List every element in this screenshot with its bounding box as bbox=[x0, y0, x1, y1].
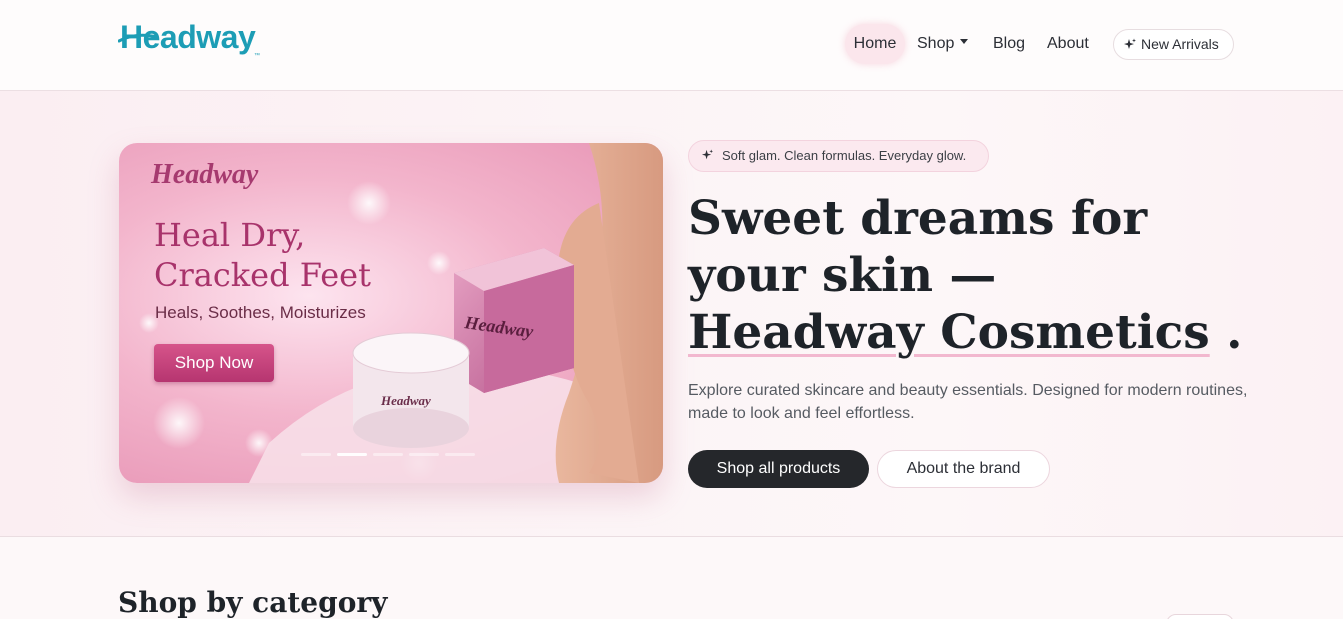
banner-subtitle: Heals, Soothes, Moisturizes bbox=[155, 303, 366, 322]
carousel-dot[interactable] bbox=[373, 453, 403, 456]
new-arrivals-label: New Arrivals bbox=[1141, 36, 1219, 52]
view-all-button[interactable] bbox=[1166, 614, 1234, 619]
new-arrivals-button[interactable]: New Arrivals bbox=[1113, 29, 1234, 60]
headline-post: . bbox=[1209, 305, 1243, 360]
chevron-down-icon bbox=[960, 39, 969, 45]
nav-blog[interactable]: Blog bbox=[985, 24, 1033, 64]
hero-headline: Sweet dreams for your skin — Headway Cos… bbox=[688, 190, 1248, 361]
nav-shop-label: Shop bbox=[917, 35, 955, 52]
carousel-indicators bbox=[301, 453, 481, 457]
carousel-dot[interactable] bbox=[445, 453, 475, 456]
tagline-badge: Soft glam. Clean formulas. Everyday glow… bbox=[688, 140, 989, 172]
svg-text:Headway: Headway bbox=[380, 393, 431, 408]
carousel-dot[interactable] bbox=[409, 453, 439, 456]
sparkle-icon bbox=[701, 149, 714, 160]
nav-about[interactable]: About bbox=[1039, 24, 1097, 64]
hero-banner-carousel[interactable]: Headway Headway Headway Heal Dry, Cracke… bbox=[119, 143, 663, 483]
headline-brand: Headway Cosmetics bbox=[688, 305, 1210, 360]
sparkle-icon bbox=[1124, 38, 1136, 49]
tagline-text: Soft glam. Clean formulas. Everyday glow… bbox=[722, 148, 967, 163]
section-title: Shop by category bbox=[118, 586, 388, 619]
headline-pre: Sweet dreams for your skin — bbox=[688, 191, 1148, 303]
shop-all-products-button[interactable]: Shop all products bbox=[688, 450, 869, 488]
banner-title: Heal Dry, Cracked Feet bbox=[154, 216, 371, 294]
carousel-dot-active[interactable] bbox=[337, 453, 367, 456]
nav-shop[interactable]: Shop bbox=[909, 24, 979, 64]
main-nav: Home Shop Blog About New Arrivals bbox=[0, 24, 1343, 64]
site-header: Headway ™ Home Shop Blog About New Arriv… bbox=[0, 0, 1343, 91]
banner-shop-now-button[interactable]: Shop Now bbox=[154, 344, 274, 382]
nav-home[interactable]: Home bbox=[845, 24, 905, 64]
about-the-brand-button[interactable]: About the brand bbox=[877, 450, 1050, 488]
banner-logo: Headway bbox=[151, 159, 259, 190]
hero-description: Explore curated skincare and beauty esse… bbox=[688, 382, 1248, 422]
carousel-dot[interactable] bbox=[301, 453, 331, 456]
